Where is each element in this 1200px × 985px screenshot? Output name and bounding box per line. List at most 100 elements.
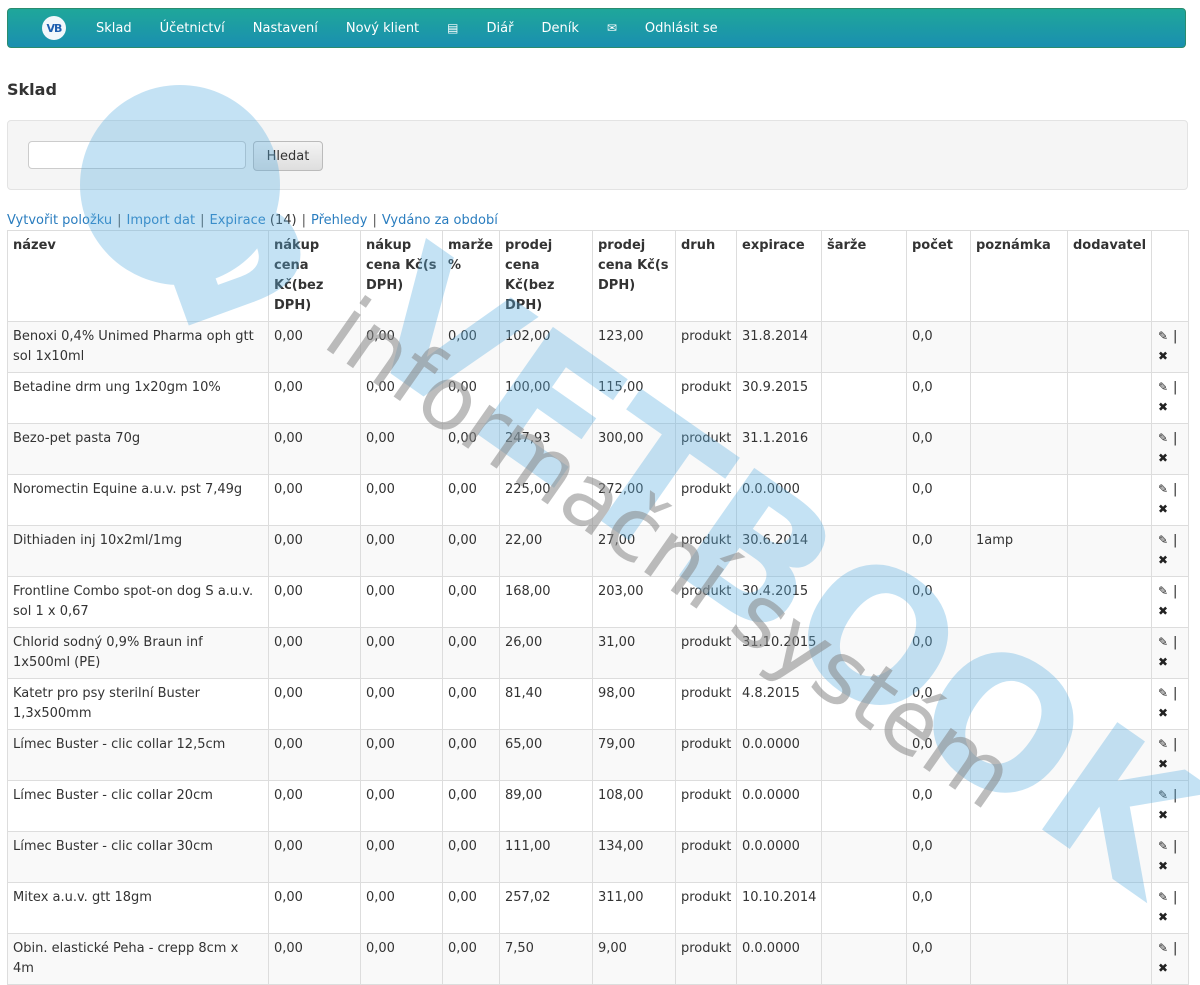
page-title: Sklad bbox=[7, 80, 57, 99]
cell-nakup-s: 0,00 bbox=[360, 678, 443, 730]
cell-marze: 0,00 bbox=[442, 882, 500, 934]
nav-item-ucetnictvi[interactable]: Účetnictví bbox=[146, 21, 239, 36]
brand-logo[interactable]: VB bbox=[42, 16, 66, 40]
cell-pocet: 0,0 bbox=[906, 321, 971, 373]
edit-icon[interactable]: ✎ bbox=[1157, 328, 1169, 344]
action-separator: | bbox=[1173, 482, 1178, 497]
search-button[interactable]: Hledat bbox=[253, 141, 323, 171]
search-panel: Hledat bbox=[7, 120, 1188, 190]
col-pocet[interactable]: počet bbox=[906, 230, 971, 322]
action-links: Vytvořit položku | Import dat | Expirace (14… bbox=[7, 213, 498, 228]
cell-druh: produkt bbox=[675, 525, 737, 577]
cell-poznamka bbox=[970, 933, 1068, 985]
import-data-link[interactable]: Import dat bbox=[127, 213, 196, 228]
col-prodej-bez-dph[interactable]: prodej cena Kč(bez DPH) bbox=[499, 230, 593, 322]
col-druh[interactable]: druh bbox=[675, 230, 737, 322]
delete-icon[interactable]: ✖ bbox=[1157, 909, 1169, 925]
col-nakup-s-dph[interactable]: nákup cena Kč(s DPH) bbox=[360, 230, 443, 322]
cell-marze: 0,00 bbox=[442, 372, 500, 424]
edit-icon[interactable]: ✎ bbox=[1157, 838, 1169, 854]
col-sarze[interactable]: šarže bbox=[821, 230, 907, 322]
create-item-link[interactable]: Vytvořit položku bbox=[7, 213, 112, 228]
col-dodavatel[interactable]: dodavatel bbox=[1067, 230, 1152, 322]
delete-icon[interactable]: ✖ bbox=[1157, 654, 1169, 670]
cell-druh: produkt bbox=[675, 474, 737, 526]
delete-icon[interactable]: ✖ bbox=[1157, 450, 1169, 466]
cell-marze: 0,00 bbox=[442, 321, 500, 373]
edit-icon[interactable]: ✎ bbox=[1157, 430, 1169, 446]
delete-icon[interactable]: ✖ bbox=[1157, 552, 1169, 568]
cell-nakup-s: 0,00 bbox=[360, 780, 443, 832]
cell-druh: produkt bbox=[675, 933, 737, 985]
cell-nakup-s: 0,00 bbox=[360, 933, 443, 985]
cell-nazev: Betadine drm ung 1x20gm 10% bbox=[7, 372, 269, 424]
cell-prodej-s: 123,00 bbox=[592, 321, 676, 373]
col-marze[interactable]: marže % bbox=[442, 230, 500, 322]
nav-item-novy-klient[interactable]: Nový klient bbox=[332, 21, 433, 36]
cell-prodej-s: 311,00 bbox=[592, 882, 676, 934]
col-poznamka[interactable]: poznámka bbox=[970, 230, 1068, 322]
delete-icon[interactable]: ✖ bbox=[1157, 348, 1169, 364]
col-nakup-bez-dph[interactable]: nákup cena Kč(bez DPH) bbox=[268, 230, 361, 322]
cell-nakup-bez: 0,00 bbox=[268, 576, 361, 628]
nav-item-odhlasit[interactable]: Odhlásit se bbox=[631, 21, 732, 36]
edit-icon[interactable]: ✎ bbox=[1157, 634, 1169, 650]
prehledy-link[interactable]: Přehledy bbox=[311, 213, 367, 228]
envelope-icon[interactable]: ✉ bbox=[593, 21, 631, 35]
link-separator: | bbox=[200, 213, 205, 228]
delete-icon[interactable]: ✖ bbox=[1157, 858, 1169, 874]
cell-nazev: Límec Buster - clic collar 12,5cm bbox=[7, 729, 269, 781]
edit-icon[interactable]: ✎ bbox=[1157, 481, 1169, 497]
cell-nazev: Katetr pro psy sterilní Buster 1,3x500mm bbox=[7, 678, 269, 730]
cell-sarze bbox=[821, 576, 907, 628]
cell-prodej-bez: 7,50 bbox=[499, 933, 593, 985]
cell-marze: 0,00 bbox=[442, 474, 500, 526]
table-row: Katetr pro psy sterilní Buster 1,3x500mm… bbox=[7, 678, 1189, 730]
nav-item-diar[interactable]: Diář bbox=[473, 21, 528, 36]
edit-icon[interactable]: ✎ bbox=[1157, 379, 1169, 395]
cell-dodavatel bbox=[1067, 321, 1152, 373]
col-prodej-s-dph[interactable]: prodej cena Kč(s DPH) bbox=[592, 230, 676, 322]
row-actions: ✎ | ✖ bbox=[1151, 780, 1189, 832]
vydano-link[interactable]: Vydáno za období bbox=[382, 213, 498, 228]
search-input[interactable] bbox=[28, 141, 246, 169]
cell-marze: 0,00 bbox=[442, 780, 500, 832]
cell-nakup-bez: 0,00 bbox=[268, 933, 361, 985]
edit-icon[interactable]: ✎ bbox=[1157, 685, 1169, 701]
cell-prodej-bez: 257,02 bbox=[499, 882, 593, 934]
edit-icon[interactable]: ✎ bbox=[1157, 889, 1169, 905]
nav-item-sklad[interactable]: Sklad bbox=[82, 21, 146, 36]
delete-icon[interactable]: ✖ bbox=[1157, 501, 1169, 517]
cell-nazev: Chlorid sodný 0,9% Braun inf 1x500ml (PE… bbox=[7, 627, 269, 679]
col-nazev[interactable]: název bbox=[7, 230, 269, 322]
edit-icon[interactable]: ✎ bbox=[1157, 940, 1169, 956]
cell-nazev: Frontline Combo spot-on dog S a.u.v. sol… bbox=[7, 576, 269, 628]
cell-expirace: 31.10.2015 bbox=[736, 627, 822, 679]
cell-prodej-bez: 26,00 bbox=[499, 627, 593, 679]
row-actions: ✎ | ✖ bbox=[1151, 627, 1189, 679]
cell-nakup-bez: 0,00 bbox=[268, 882, 361, 934]
cell-nakup-s: 0,00 bbox=[360, 423, 443, 475]
cell-prodej-bez: 247,93 bbox=[499, 423, 593, 475]
nav-item-nastaveni[interactable]: Nastavení bbox=[239, 21, 332, 36]
edit-icon[interactable]: ✎ bbox=[1157, 787, 1169, 803]
delete-icon[interactable]: ✖ bbox=[1157, 603, 1169, 619]
cell-druh: produkt bbox=[675, 321, 737, 373]
delete-icon[interactable]: ✖ bbox=[1157, 960, 1169, 976]
edit-icon[interactable]: ✎ bbox=[1157, 736, 1169, 752]
delete-icon[interactable]: ✖ bbox=[1157, 756, 1169, 772]
top-navbar: VB Sklad Účetnictví Nastavení Nový klien… bbox=[7, 8, 1186, 48]
delete-icon[interactable]: ✖ bbox=[1157, 807, 1169, 823]
nav-item-denik[interactable]: Deník bbox=[527, 21, 592, 36]
col-expirace[interactable]: expirace bbox=[736, 230, 822, 322]
cell-expirace: 30.9.2015 bbox=[736, 372, 822, 424]
edit-icon[interactable]: ✎ bbox=[1157, 532, 1169, 548]
delete-icon[interactable]: ✖ bbox=[1157, 705, 1169, 721]
delete-icon[interactable]: ✖ bbox=[1157, 399, 1169, 415]
edit-icon[interactable]: ✎ bbox=[1157, 583, 1169, 599]
row-actions: ✎ | ✖ bbox=[1151, 831, 1189, 883]
list-icon[interactable]: ▤ bbox=[433, 21, 472, 35]
cell-pocet: 0,0 bbox=[906, 780, 971, 832]
cell-poznamka bbox=[970, 678, 1068, 730]
expirace-link[interactable]: Expirace bbox=[210, 213, 266, 228]
